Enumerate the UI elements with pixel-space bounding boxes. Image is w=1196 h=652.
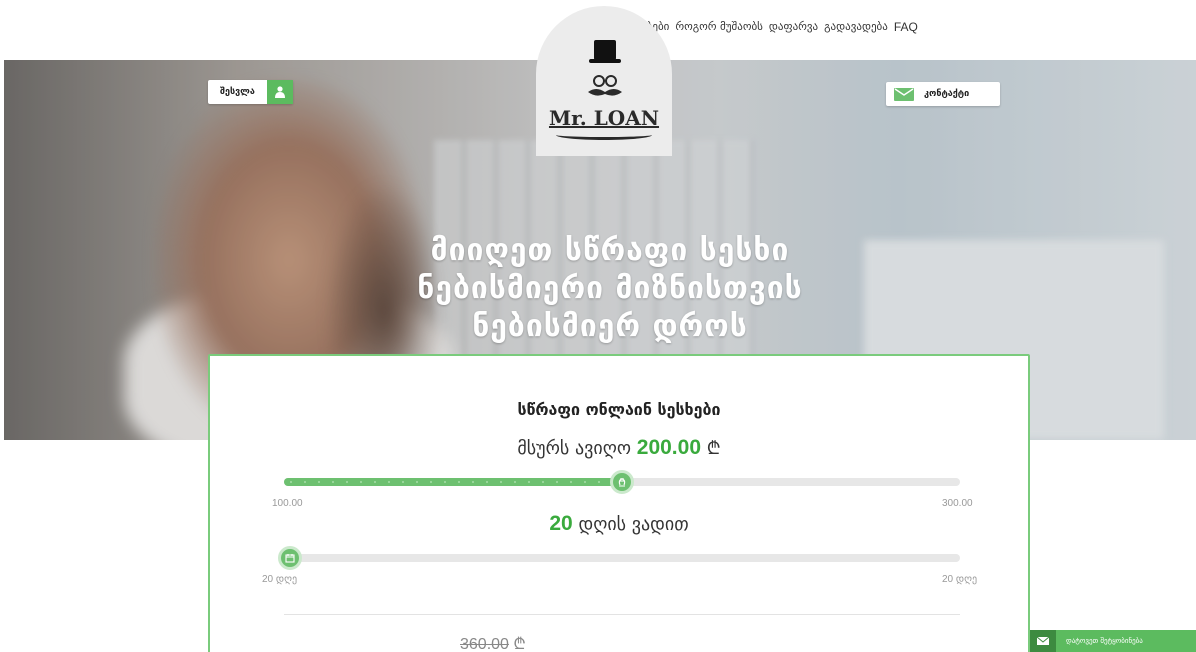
amount-slider[interactable] [284,470,960,494]
logo-swirl [556,130,652,140]
logo[interactable]: Mr. LOAN [536,106,672,130]
term-display: 20 დღის ვადით [210,512,1028,536]
total-repayment: 360.00 ₾ [460,632,526,652]
amount-min-label: 100.00 [272,498,303,509]
top-nav: პირობები როგორ მუშაობს დაფარვა გადავადებ… [618,20,918,34]
nav-item-repayment[interactable]: დაფარვა [769,20,818,34]
amount-prefix: მსურს ავიღო [517,438,632,459]
term-max-label: 20 დღე [942,574,978,585]
term-slider[interactable] [278,546,960,570]
headline-line-1: მიიღეთ სწრაფი სესხი [430,233,790,268]
login-label: შესვლა [220,87,255,97]
calculator-divider [284,614,960,615]
term-value: 20 [549,512,573,535]
feedback-tab[interactable]: დატოვეთ შეტყობინება [1030,630,1196,652]
feedback-label: დატოვეთ შეტყობინება [1066,637,1143,645]
calendar-icon [285,554,295,563]
contact-label: კონტაქტი [924,89,970,99]
term-slider-handle[interactable] [278,546,302,570]
amount-slider-handle[interactable] [610,470,634,494]
amount-slider-fill [284,478,622,486]
total-currency: ₾ [513,636,526,652]
envelope-icon [894,87,914,101]
calculator-title: სწრაფი ონლაინ სესხები [517,400,721,419]
mail-icon [1030,630,1056,652]
headline-line-3: ნებისმიერ დროს [472,309,748,344]
top-hat-icon [589,40,621,63]
hero-headline: მიიღეთ სწრაფი სესხი ნებისმიერი მიზნისთვი… [330,232,890,346]
term-min-label: 20 დღე [262,574,298,585]
contact-button[interactable]: კონტაქტი [886,82,1000,106]
mustache-icon [588,75,622,96]
headline-line-2: ნებისმიერი მიზნისთვის [417,271,803,306]
lari-icon [618,478,626,487]
total-value: 360.00 [460,636,509,652]
nav-item-how-it-works[interactable]: როგორ მუშაობს [675,20,763,34]
amount-value: 200.00 [636,436,701,459]
nav-item-deferral[interactable]: გადავადება [824,20,888,34]
term-suffix: დღის ვადით [578,514,689,535]
nav-item-faq[interactable]: FAQ [894,20,918,34]
amount-display: მსურს ავიღო 200.00 ₾ [210,436,1028,460]
user-icon [266,80,293,104]
login-button[interactable]: შესვლა [208,80,293,104]
loan-calculator-card: სწრაფი ონლაინ სესხები მსურს ავიღო 200.00… [208,354,1030,652]
amount-max-label: 300.00 [942,498,973,509]
currency-symbol: ₾ [706,438,721,459]
